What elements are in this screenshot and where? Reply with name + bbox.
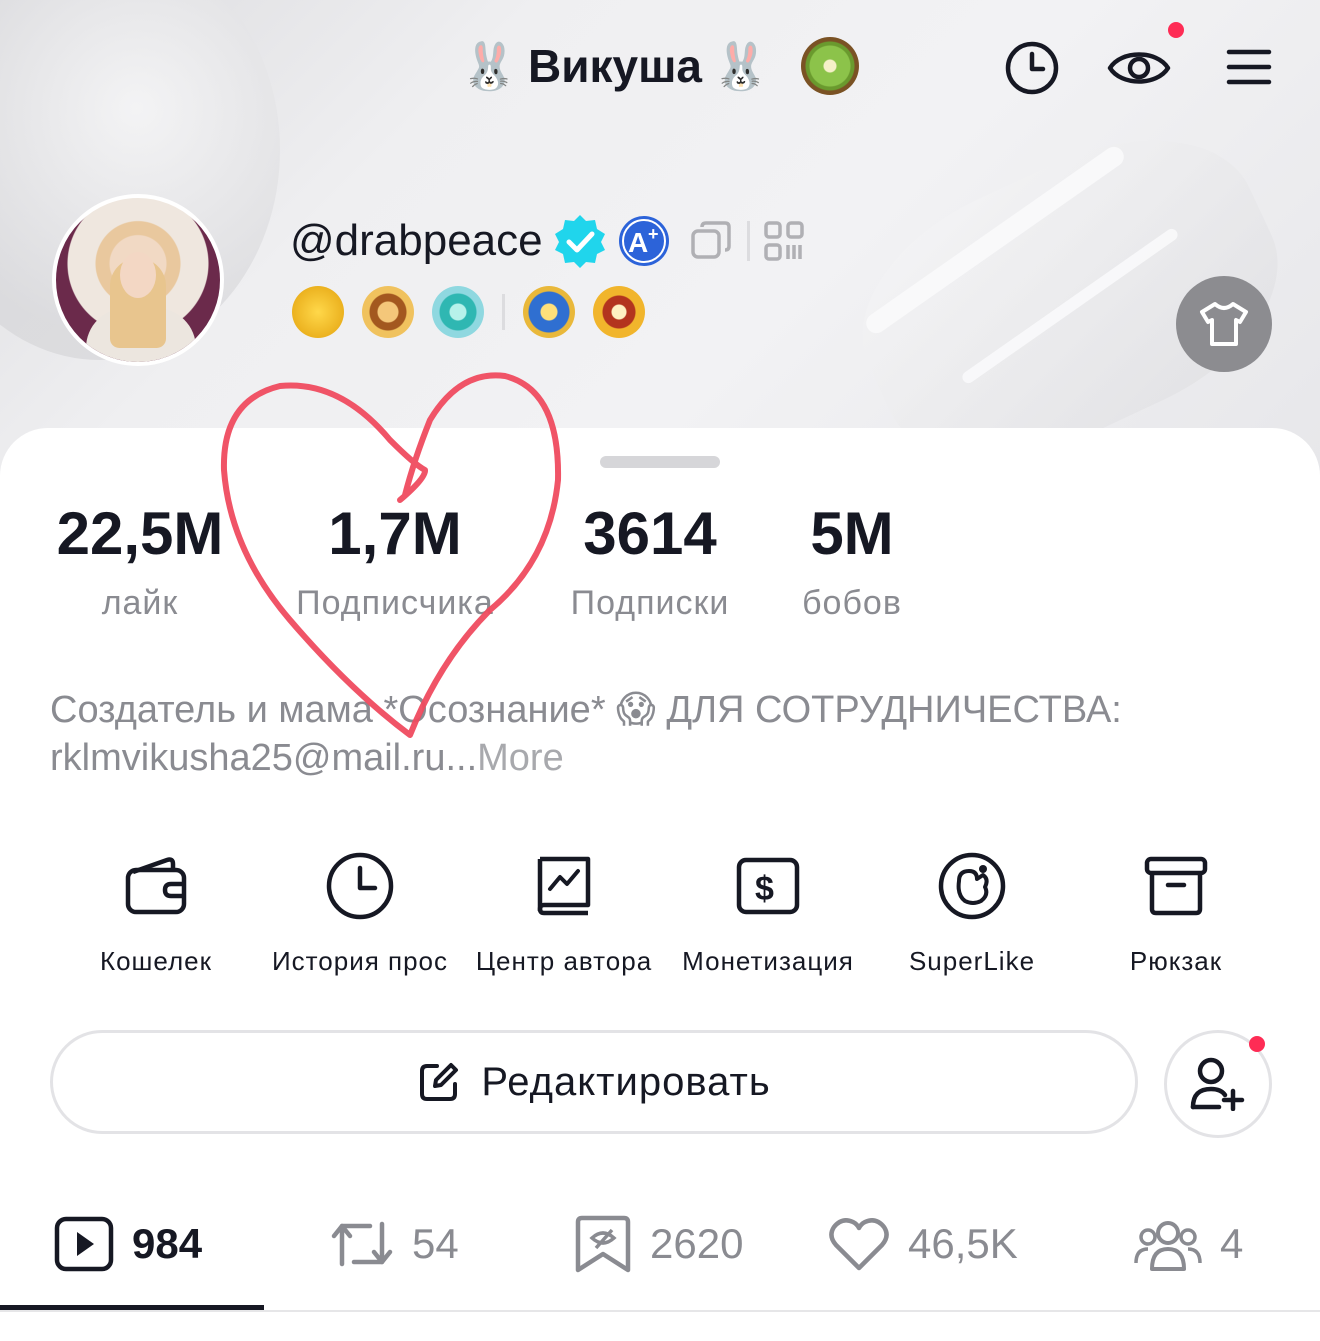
svg-text:A: A: [628, 227, 648, 258]
username: @drabpeace: [290, 216, 543, 265]
tab-count: 2620: [650, 1220, 744, 1267]
stat-value: 3614: [583, 500, 717, 567]
tab-groups[interactable]: 4: [1134, 1208, 1243, 1280]
avatar[interactable]: [52, 194, 224, 366]
add-user-icon: [1190, 1057, 1245, 1111]
superlike-icon: [938, 852, 1006, 920]
tab-divider: [0, 1310, 1320, 1312]
qr-code-icon[interactable]: [763, 221, 804, 261]
stat-following[interactable]: 3614 Подписки: [550, 500, 750, 623]
bunny-emoji: 🐰: [712, 40, 770, 92]
dollar-icon: $: [736, 857, 800, 915]
active-tab-indicator: [0, 1305, 264, 1310]
a-plus-badge-icon: A +: [618, 216, 669, 266]
edit-profile-button[interactable]: Редактировать: [50, 1030, 1138, 1134]
crown-badge-icon[interactable]: [523, 286, 575, 338]
display-name: Викуша: [527, 40, 703, 92]
tool-label: SuperLike: [908, 946, 1036, 976]
menu-icon[interactable]: [1224, 42, 1274, 92]
stat-beans[interactable]: 5M бобов: [776, 500, 928, 623]
thumbs-up-badge-icon[interactable]: [292, 286, 344, 338]
tool-history[interactable]: История прос: [260, 846, 460, 977]
clock-icon: [326, 852, 394, 920]
tool-superlike[interactable]: SuperLike: [872, 846, 1072, 977]
profile-views-icon[interactable]: [1106, 40, 1172, 96]
wings-badge-icon[interactable]: [362, 286, 414, 338]
history-icon[interactable]: [1002, 38, 1062, 98]
svg-text:$: $: [755, 870, 774, 908]
bio-more-link[interactable]: More: [477, 737, 564, 779]
stat-label: Подписки: [570, 584, 730, 622]
tab-count: 54: [412, 1220, 459, 1267]
tab-count: 4: [1220, 1220, 1244, 1267]
tool-monetization[interactable]: $ Монетизация: [668, 846, 868, 977]
tab-count: 46,5K: [908, 1220, 1018, 1267]
tshirt-icon: [1200, 302, 1248, 346]
notification-dot: [1168, 22, 1184, 38]
kiwi-icon: [801, 37, 860, 95]
stat-value: 5M: [810, 500, 894, 567]
stat-label: бобов: [802, 584, 902, 622]
group-icon: [1134, 1221, 1202, 1271]
stat-label: Подписчика: [296, 584, 494, 622]
tab-reposts[interactable]: 54: [330, 1208, 459, 1280]
tool-backpack[interactable]: Рюкзак: [1076, 846, 1276, 977]
copy-icon[interactable]: [689, 219, 733, 263]
verified-badge-icon: [554, 215, 605, 268]
tab-favorites[interactable]: 2620: [574, 1208, 743, 1280]
bio[interactable]: Создатель и мама *Осознание* 😱 ДЛЯ СОТРУ…: [50, 686, 1280, 782]
edit-icon: [420, 1063, 459, 1101]
tool-label: История прос: [271, 946, 449, 976]
svg-text:+: +: [648, 224, 659, 244]
tab-videos[interactable]: 984: [54, 1208, 202, 1280]
drag-handle[interactable]: [600, 456, 720, 468]
bio-text: Создатель и мама *Осознание* 😱 ДЛЯ СОТРУ…: [50, 689, 1122, 779]
box-icon: [1144, 856, 1208, 916]
repost-icon: [331, 1221, 393, 1267]
badges-row: [292, 286, 645, 338]
bunny-emoji: 🐰: [460, 40, 518, 92]
tool-wallet[interactable]: Кошелек: [56, 846, 256, 977]
creator-center-icon: [537, 856, 591, 916]
tab-liked[interactable]: 46,5K: [828, 1208, 1018, 1280]
heart-icon: [829, 1218, 889, 1271]
notification-dot: [1249, 1036, 1265, 1052]
outfit-button[interactable]: [1176, 276, 1272, 372]
tool-label: Рюкзак: [1129, 946, 1223, 976]
stat-value: 1,7M: [328, 500, 462, 567]
lion-badge-icon[interactable]: [593, 286, 645, 338]
tab-count: 984: [132, 1220, 203, 1267]
tool-creator-center[interactable]: Центр автора: [464, 846, 664, 977]
tool-label: Монетизация: [682, 946, 854, 976]
stat-likes[interactable]: 22,5M лайк: [40, 500, 240, 623]
stat-value: 22,5M: [56, 500, 224, 567]
gem-badge-icon[interactable]: [432, 286, 484, 338]
handle-row: @drabpeace A +: [290, 212, 804, 270]
wallet-icon: [125, 857, 187, 915]
edit-profile-label: Редактировать: [481, 1059, 771, 1104]
favorites-icon: [575, 1215, 631, 1273]
tool-label: Кошелек: [99, 946, 213, 976]
video-icon: [54, 1216, 114, 1272]
stat-followers[interactable]: 1,7M Подписчика: [280, 500, 510, 623]
stat-label: лайк: [101, 584, 179, 622]
tool-label: Центр автора: [475, 946, 653, 976]
